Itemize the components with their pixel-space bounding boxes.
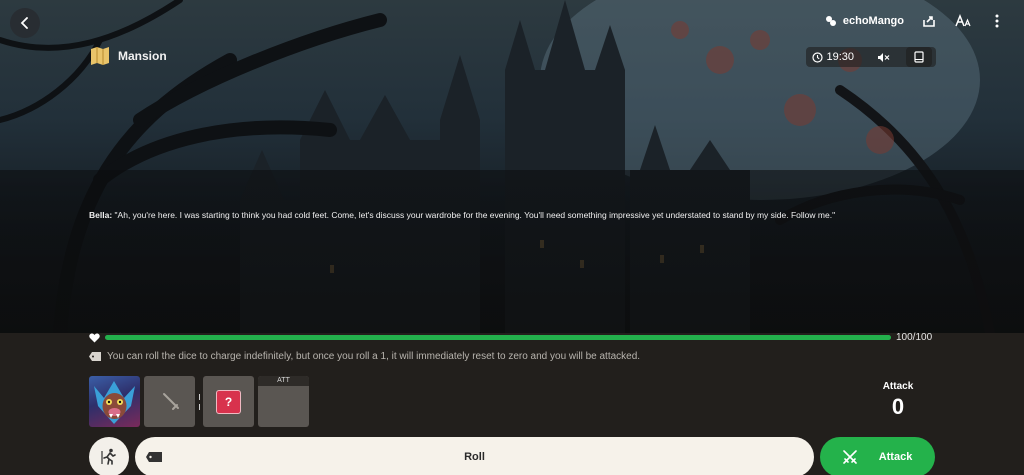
dialog-line: Bella: "Ah, you're here. I was starting …	[89, 209, 939, 221]
time-label: 19:30	[826, 51, 854, 63]
roll-button[interactable]: Roll	[135, 437, 814, 475]
att-tag: ATT	[258, 376, 309, 386]
more-menu-button[interactable]	[988, 12, 1006, 30]
monster-face-image	[94, 381, 135, 424]
running-person-icon	[101, 448, 116, 465]
volume-muted-icon	[877, 52, 889, 62]
location-badge: Mansion	[88, 45, 175, 67]
book-icon	[914, 51, 924, 63]
log-button[interactable]	[906, 47, 932, 67]
hp-fill	[105, 335, 891, 340]
card-row: ? ATT	[89, 376, 309, 427]
flee-button[interactable]	[89, 437, 129, 475]
game-time: 19:30	[812, 51, 854, 63]
hp-bar: 100/100	[89, 331, 939, 345]
hp-track	[105, 335, 891, 340]
header-actions: echoMango	[825, 12, 1006, 30]
brand-name: echoMango	[842, 15, 904, 27]
attack-stat-label: Attack	[882, 381, 914, 392]
map-icon	[91, 47, 109, 65]
heart-icon	[89, 333, 100, 343]
clock-icon	[812, 51, 824, 63]
share-button[interactable]	[920, 12, 938, 30]
sword-icon	[163, 393, 179, 410]
unknown-card[interactable]: ?	[203, 376, 254, 427]
card-separator	[195, 376, 203, 427]
attack-slot-card[interactable]: ATT	[258, 376, 309, 427]
text-size-button[interactable]	[954, 12, 972, 30]
location-label: Mansion	[118, 49, 167, 63]
attack-stat: Attack 0	[868, 381, 928, 420]
dialog-text: "Ah, you're here. I was starting to thin…	[114, 210, 836, 220]
share-icon	[923, 16, 935, 27]
font-size-icon	[955, 14, 971, 27]
ticket-icon	[146, 452, 162, 462]
attack-stat-value: 0	[891, 394, 905, 419]
scene-dim-overlay	[0, 170, 1024, 333]
weapon-slot-card[interactable]	[144, 376, 195, 427]
enemy-portrait[interactable]	[89, 376, 140, 427]
attack-button-label: Attack	[878, 451, 913, 463]
attack-button[interactable]: Attack	[820, 437, 935, 475]
mute-button[interactable]	[874, 48, 892, 66]
hint-text: You can roll the dice to charge indefini…	[107, 351, 641, 362]
hp-text: 100/100	[896, 332, 933, 343]
brand-logo-icon	[825, 16, 836, 26]
chevron-left-icon	[20, 17, 28, 29]
dialog-speaker: Bella:	[89, 210, 113, 220]
back-button[interactable]	[10, 8, 40, 38]
hint: You can roll the dice to charge indefini…	[89, 351, 640, 362]
question-mark-icon: ?	[216, 390, 241, 414]
ticket-icon	[89, 352, 101, 361]
crossed-swords-icon	[842, 450, 857, 464]
more-vertical-icon	[995, 14, 999, 28]
roll-label: Roll	[464, 451, 485, 463]
brand[interactable]: echoMango	[825, 15, 904, 27]
